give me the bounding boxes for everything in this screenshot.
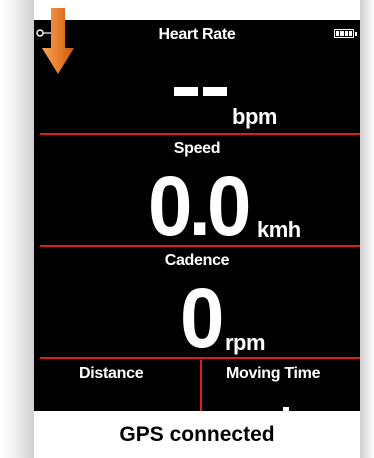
heart-rate-value: [174, 87, 229, 97]
speed-unit: kmh: [257, 217, 301, 242]
battery-full-icon: [334, 29, 357, 38]
divider: [40, 133, 360, 135]
heart-rate-unit: bpm: [232, 104, 277, 129]
cadence-label: Cadence: [164, 252, 230, 269]
device-bezel-right: [360, 0, 374, 458]
moving-time-label: Moving Time: [226, 365, 321, 382]
speed-value: 0.0: [148, 159, 251, 253]
gps-status-toast: GPS connected: [34, 411, 360, 458]
arrow-down-icon: [42, 8, 74, 74]
divider: [40, 357, 360, 359]
cadence-value: 0: [180, 271, 224, 365]
device-bezel-left: [0, 0, 34, 458]
speed-label: Speed: [173, 140, 221, 157]
distance-label: Distance: [79, 365, 144, 382]
header-title: Heart Rate: [158, 26, 236, 43]
cadence-unit: rpm: [225, 330, 266, 355]
divider: [40, 245, 360, 247]
bike-computer-screen: Heart Rate bpm Speed 0.0 kmh Cadence 0 r…: [34, 20, 360, 458]
